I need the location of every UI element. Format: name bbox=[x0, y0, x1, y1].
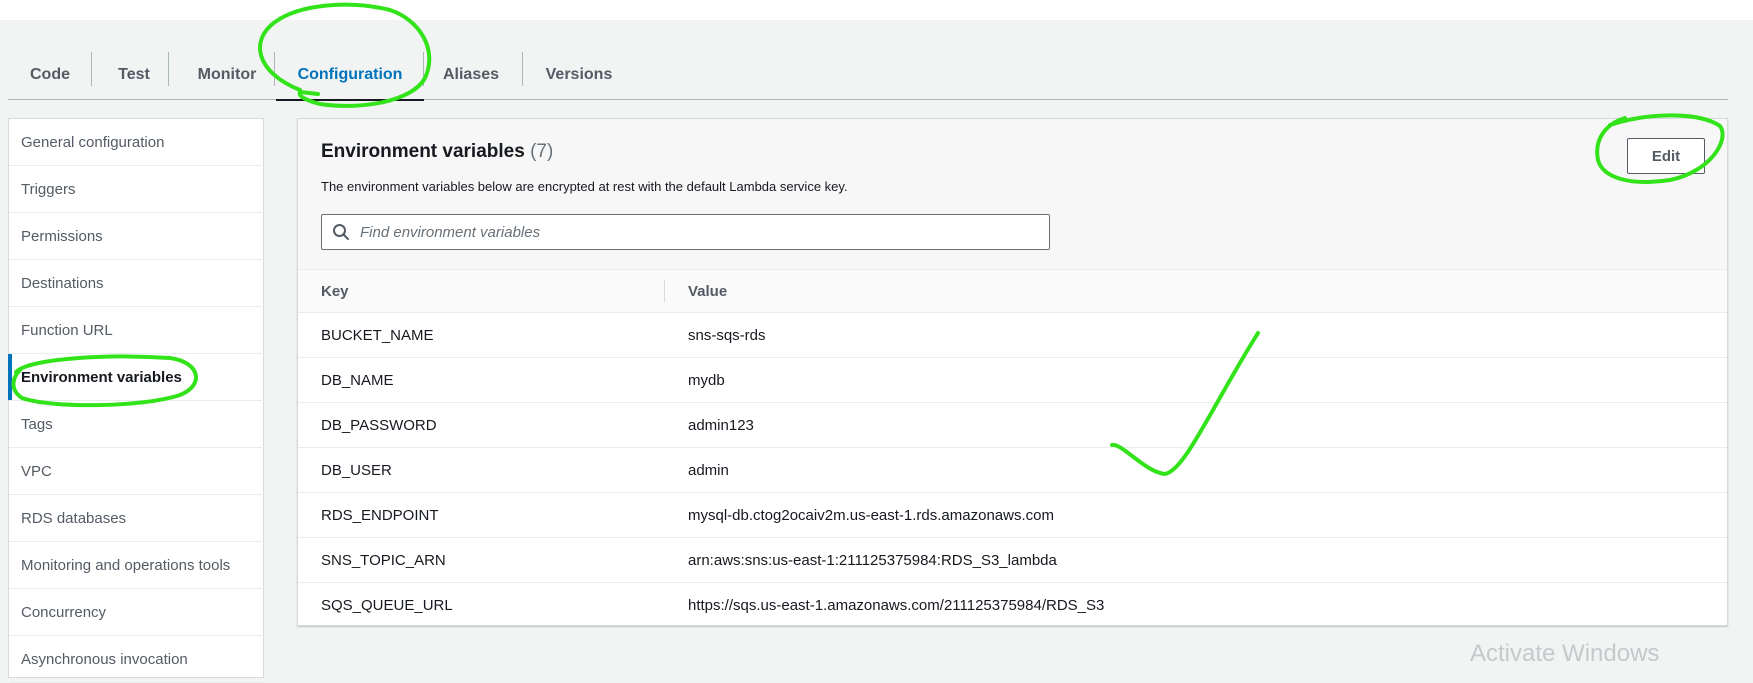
sidebar-item-concurrency[interactable]: Concurrency bbox=[9, 589, 264, 636]
environment-variables-panel: Environment variables (7) The environmen… bbox=[297, 118, 1728, 626]
panel-header: Environment variables (7) The environmen… bbox=[298, 119, 1727, 269]
search-box[interactable] bbox=[321, 214, 1050, 250]
variable-key: SQS_QUEUE_URL bbox=[321, 596, 453, 614]
tab-configuration[interactable]: Configuration bbox=[276, 50, 424, 101]
variable-value: admin bbox=[688, 461, 729, 479]
sidebar-item-function-url[interactable]: Function URL bbox=[9, 307, 264, 354]
variable-key: RDS_ENDPOINT bbox=[321, 506, 439, 524]
table-row: DB_USER admin bbox=[298, 448, 1727, 493]
tab-divider bbox=[423, 52, 424, 86]
tab-code[interactable]: Code bbox=[8, 50, 92, 100]
variable-value: mydb bbox=[688, 371, 725, 389]
top-strip bbox=[0, 0, 1753, 20]
column-divider bbox=[664, 280, 665, 302]
variable-value: https://sqs.us-east-1.amazonaws.com/2111… bbox=[688, 596, 1105, 614]
tab-divider bbox=[168, 52, 169, 86]
tab-bar: Code Test Monitor Configuration Aliases … bbox=[8, 50, 1728, 101]
edit-button[interactable]: Edit bbox=[1627, 138, 1705, 174]
variable-key: BUCKET_NAME bbox=[321, 326, 434, 344]
variable-key: SNS_TOPIC_ARN bbox=[321, 551, 446, 569]
variable-count: (7) bbox=[530, 141, 554, 162]
table-row: SQS_QUEUE_URL https://sqs.us-east-1.amaz… bbox=[298, 583, 1727, 628]
column-header-value[interactable]: Value bbox=[688, 270, 727, 313]
tab-divider bbox=[274, 52, 275, 86]
panel-description: The environment variables below are encr… bbox=[321, 179, 848, 194]
search-icon bbox=[322, 215, 360, 249]
table-header: Key Value bbox=[298, 269, 1727, 313]
variable-value: sns-sqs-rds bbox=[688, 326, 766, 344]
sidebar-item-tags[interactable]: Tags bbox=[9, 401, 264, 448]
table-row: DB_NAME mydb bbox=[298, 358, 1727, 403]
variable-key: DB_USER bbox=[321, 461, 392, 479]
sidebar-item-environment-variables[interactable]: Environment variables bbox=[8, 354, 264, 401]
sidebar-item-vpc[interactable]: VPC bbox=[9, 448, 264, 495]
variable-value: mysql-db.ctog2ocaiv2m.us-east-1.rds.amaz… bbox=[688, 506, 1054, 524]
variables-table: Key Value BUCKET_NAME sns-sqs-rds DB_NAM… bbox=[298, 269, 1727, 628]
variable-key: DB_PASSWORD bbox=[321, 416, 437, 434]
sidebar-item-permissions[interactable]: Permissions bbox=[9, 213, 264, 260]
table-row: RDS_ENDPOINT mysql-db.ctog2ocaiv2m.us-ea… bbox=[298, 493, 1727, 538]
table-row: BUCKET_NAME sns-sqs-rds bbox=[298, 313, 1727, 358]
tab-monitor[interactable]: Monitor bbox=[176, 50, 278, 100]
sidebar-item-triggers[interactable]: Triggers bbox=[9, 166, 264, 213]
config-sidebar: General configuration Triggers Permissio… bbox=[8, 118, 264, 683]
search-input[interactable] bbox=[360, 217, 1049, 247]
sidebar-item-monitoring[interactable]: Monitoring and operations tools bbox=[9, 542, 264, 589]
sidebar-item-destinations[interactable]: Destinations bbox=[9, 260, 264, 307]
tab-divider bbox=[522, 52, 523, 86]
table-row: DB_PASSWORD admin123 bbox=[298, 403, 1727, 448]
sidebar-item-asynchronous-invocation[interactable]: Asynchronous invocation bbox=[9, 636, 264, 683]
tab-test[interactable]: Test bbox=[92, 50, 176, 100]
sidebar-item-general-configuration[interactable]: General configuration bbox=[9, 119, 264, 166]
tab-versions[interactable]: Versions bbox=[524, 50, 634, 100]
panel-title: Environment variables (7) bbox=[321, 141, 553, 163]
column-header-key[interactable]: Key bbox=[321, 270, 349, 313]
tab-aliases[interactable]: Aliases bbox=[428, 50, 514, 100]
panel-title-text: Environment variables bbox=[321, 141, 525, 162]
sidebar-item-rds-databases[interactable]: RDS databases bbox=[9, 495, 264, 542]
table-row: SNS_TOPIC_ARN arn:aws:sns:us-east-1:2111… bbox=[298, 538, 1727, 583]
variable-value: arn:aws:sns:us-east-1:211125375984:RDS_S… bbox=[688, 551, 1057, 569]
variable-value: admin123 bbox=[688, 416, 754, 434]
activation-watermark: Activate Windows bbox=[1470, 640, 1660, 667]
variable-key: DB_NAME bbox=[321, 371, 394, 389]
